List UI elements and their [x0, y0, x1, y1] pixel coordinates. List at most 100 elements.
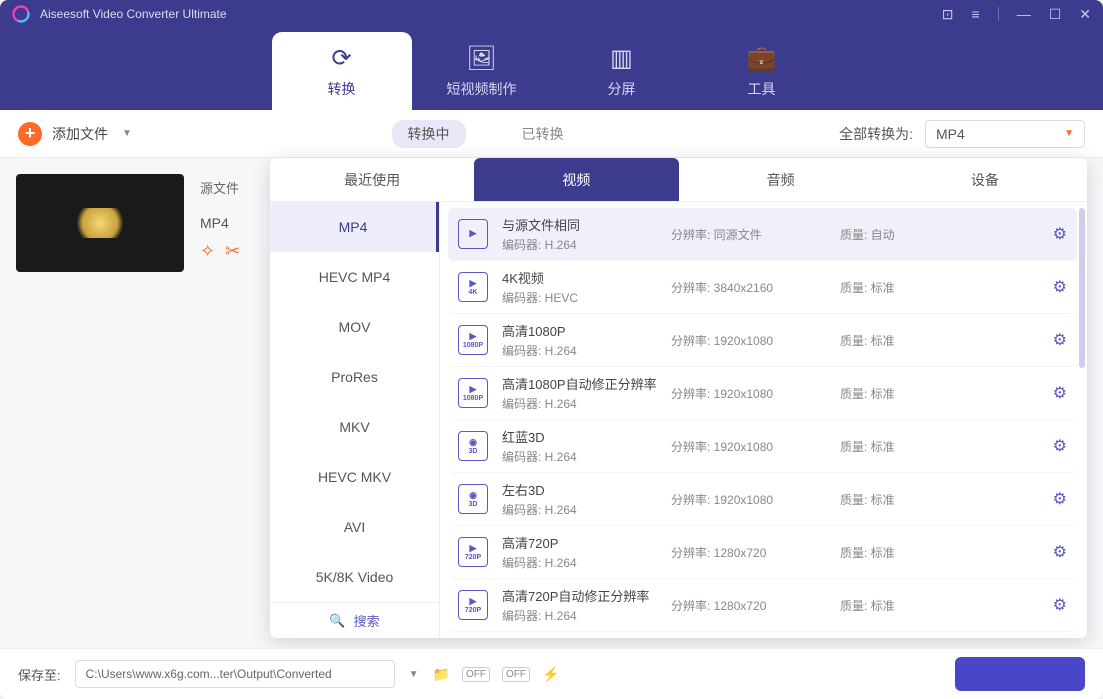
minimize-icon[interactable]: — — [1017, 6, 1031, 22]
gear-icon[interactable]: ⚙ — [1053, 383, 1067, 403]
chevron-down-icon: ▼ — [122, 128, 132, 139]
format-hevc-mkv[interactable]: HEVC MKV — [270, 452, 439, 502]
titlebar: Aiseesoft Video Converter Ultimate ⊡ ≡ —… — [0, 0, 1103, 28]
preset-row[interactable]: ▶640P — [448, 632, 1077, 638]
preset-title: 左右3D — [502, 480, 657, 499]
preset-row[interactable]: ◉3D红蓝3D编码器: H.264分辨率: 1920x1080质量: 标准⚙ — [448, 420, 1077, 473]
chevron-down-icon: ▼ — [1064, 128, 1074, 139]
footer: 保存至: C:\Users\www.x6g.com...ter\Output\C… — [0, 648, 1103, 699]
preset-title: 高清1080P — [502, 321, 657, 340]
gear-icon[interactable]: ⚙ — [1053, 595, 1067, 615]
app-title: Aiseesoft Video Converter Ultimate — [40, 7, 227, 21]
preset-row[interactable]: ▶1080P高清1080P自动修正分辨率编码器: H.264分辨率: 1920x… — [448, 367, 1077, 420]
tab-converted[interactable]: 已转换 — [506, 120, 580, 148]
format-mkv[interactable]: MKV — [270, 402, 439, 452]
preset-title: 红蓝3D — [502, 427, 657, 446]
preset-resolution: 分辨率: 1280x720 — [671, 544, 826, 561]
preset-resolution: 分辨率: 1280x720 — [671, 597, 826, 614]
content-area: 源文件 MP4 ✧ ✂ 最近使用 视频 音频 设备 MP4HEVC MP4MOV… — [0, 158, 1103, 648]
preset-icon: ▶1080P — [458, 325, 488, 355]
maximize-icon[interactable]: ☐ — [1049, 6, 1062, 23]
preset-encoder: 编码器: H.264 — [502, 448, 657, 465]
toggle-off-icon[interactable]: OFF — [502, 667, 530, 682]
tab-audio[interactable]: 音频 — [679, 158, 883, 201]
gear-icon[interactable]: ⚙ — [1053, 542, 1067, 562]
file-format: MP4 — [200, 215, 240, 231]
preset-quality: 质量: 标准 — [840, 332, 930, 349]
effects-icon[interactable]: ✧ — [200, 241, 215, 262]
output-format-select[interactable]: MP4 ▼ — [925, 120, 1085, 148]
feedback-icon[interactable]: ⊡ — [942, 6, 954, 23]
tab-device[interactable]: 设备 — [883, 158, 1087, 201]
preset-quality: 质量: 标准 — [840, 438, 930, 455]
nav-mv[interactable]: 🖼 短视频制作 — [412, 32, 552, 110]
nav-convert[interactable]: ⟳ 转换 — [272, 32, 412, 110]
preset-encoder: 编码器: HEVC — [502, 289, 657, 306]
preset-row[interactable]: ◉3D左右3D编码器: H.264分辨率: 1920x1080质量: 标准⚙ — [448, 473, 1077, 526]
preset-quality: 质量: 标准 — [840, 544, 930, 561]
format-5k-8k-video[interactable]: 5K/8K Video — [270, 552, 439, 602]
preset-icon: ▶4K — [458, 272, 488, 302]
preset-icon: ◉3D — [458, 484, 488, 514]
search-icon: 🔍 — [329, 613, 345, 629]
nav-toolbox[interactable]: 💼 工具 — [692, 32, 832, 110]
tab-converting[interactable]: 转换中 — [392, 120, 466, 148]
plus-icon: + — [18, 122, 42, 146]
preset-title: 4K视频 — [502, 268, 657, 287]
format-mp4[interactable]: MP4 — [270, 202, 439, 252]
preset-icon: ◉3D — [458, 431, 488, 461]
close-icon[interactable]: ✕ — [1079, 6, 1091, 23]
preset-encoder: 编码器: H.264 — [502, 395, 657, 412]
speed-icon[interactable]: ⚡ — [542, 666, 559, 683]
gear-icon[interactable]: ⚙ — [1053, 224, 1067, 244]
format-search[interactable]: 🔍搜索 — [270, 602, 439, 638]
preset-icon: ▶720P — [458, 537, 488, 567]
preset-resolution: 分辨率: 3840x2160 — [671, 279, 826, 296]
gear-icon[interactable]: ⚙ — [1053, 277, 1067, 297]
trim-icon[interactable]: ✂ — [225, 241, 240, 262]
preset-quality: 质量: 标准 — [840, 385, 930, 402]
convert-all-label: 全部转换为: — [839, 124, 913, 144]
format-popup: 最近使用 视频 音频 设备 MP4HEVC MP4MOVProResMKVHEV… — [270, 158, 1087, 638]
menu-icon[interactable]: ≡ — [972, 6, 980, 22]
chevron-down-icon[interactable]: ▼ — [409, 669, 419, 680]
format-list[interactable]: MP4HEVC MP4MOVProResMKVHEVC MKVAVI5K/8K … — [270, 202, 440, 638]
preset-list[interactable]: ▶与源文件相同编码器: H.264分辨率: 同源文件质量: 自动⚙▶4K4K视频… — [440, 202, 1087, 638]
preset-quality: 质量: 标准 — [840, 597, 930, 614]
gear-icon[interactable]: ⚙ — [1053, 436, 1067, 456]
preset-encoder: 编码器: H.264 — [502, 501, 657, 518]
preset-encoder: 编码器: H.264 — [502, 607, 657, 624]
preset-encoder: 编码器: H.264 — [502, 236, 657, 253]
gear-icon[interactable]: ⚙ — [1053, 330, 1067, 350]
format-prores[interactable]: ProRes — [270, 352, 439, 402]
gear-icon[interactable]: ⚙ — [1053, 489, 1067, 509]
format-mov[interactable]: MOV — [270, 302, 439, 352]
tab-video[interactable]: 视频 — [474, 158, 678, 201]
convert-all-button[interactable] — [955, 657, 1085, 691]
tab-recent[interactable]: 最近使用 — [270, 158, 474, 201]
open-folder-icon[interactable]: 📁 — [433, 666, 450, 683]
preset-row[interactable]: ▶720P 高清720P自动修正分辨率编码器: H.264 分辨率: 1280x72… — [448, 579, 1077, 632]
preset-resolution: 分辨率: 同源文件 — [671, 226, 826, 243]
nav-collage[interactable]: ▥ 分屏 — [552, 32, 692, 110]
format-hevc-mp4[interactable]: HEVC MP4 — [270, 252, 439, 302]
preset-title: 高清720P自动修正分辨率 — [502, 586, 657, 605]
preset-resolution: 分辨率: 1920x1080 — [671, 491, 826, 508]
preset-icon: ▶720P — [458, 590, 488, 620]
preset-row[interactable]: ▶1080P高清1080P编码器: H.264分辨率: 1920x1080质量:… — [448, 314, 1077, 367]
output-path-field[interactable]: C:\Users\www.x6g.com...ter\Output\Conver… — [75, 660, 395, 688]
preset-row[interactable]: ▶720P高清720P编码器: H.264分辨率: 1280x720质量: 标准… — [448, 526, 1077, 579]
add-files-button[interactable]: + 添加文件 ▼ — [18, 122, 132, 146]
preset-row[interactable]: ▶4K4K视频编码器: HEVC分辨率: 3840x2160质量: 标准⚙ — [448, 261, 1077, 314]
preset-encoder: 编码器: H.264 — [502, 554, 657, 571]
scrollbar[interactable] — [1079, 208, 1085, 368]
convert-icon: ⟳ — [331, 44, 351, 73]
format-avi[interactable]: AVI — [270, 502, 439, 552]
toggle-off-icon[interactable]: OFF — [462, 667, 490, 682]
save-to-label: 保存至: — [18, 665, 61, 684]
preset-title: 与源文件相同 — [502, 215, 657, 234]
video-thumbnail[interactable] — [16, 174, 184, 272]
toolbox-icon: 💼 — [747, 44, 777, 73]
preset-icon: ▶ — [458, 219, 488, 249]
preset-row[interactable]: ▶与源文件相同编码器: H.264分辨率: 同源文件质量: 自动⚙ — [448, 208, 1077, 261]
